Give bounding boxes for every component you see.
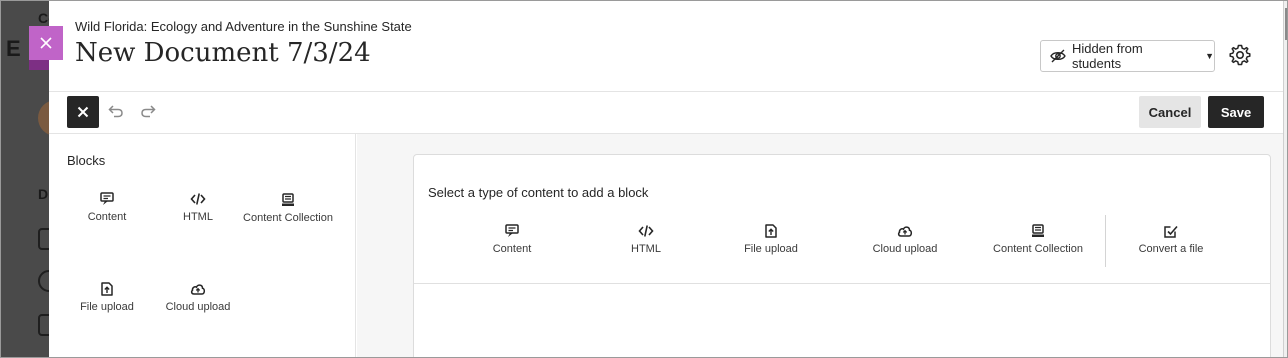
block-content[interactable]: Content xyxy=(62,192,152,226)
cloud-upload-icon xyxy=(190,284,206,295)
file-upload-icon xyxy=(765,224,777,238)
visibility-label: Hidden from students xyxy=(1071,41,1143,71)
editor-toolbar: Cancel Save xyxy=(49,92,1283,134)
scrollbar[interactable] xyxy=(1283,0,1288,358)
close-tab-fold xyxy=(29,60,49,70)
block-label: File upload xyxy=(80,301,134,313)
blocks-sidebar: Blocks Content HTML Content Collection F… xyxy=(49,134,356,358)
cloud-upload-icon xyxy=(897,226,913,237)
chevron-down-icon: ▼ xyxy=(1205,51,1214,61)
cancel-button[interactable]: Cancel xyxy=(1139,96,1201,128)
type-label: Convert a file xyxy=(1138,243,1204,255)
background-text: E xyxy=(6,36,21,61)
type-content[interactable]: Content xyxy=(452,224,572,255)
save-button[interactable]: Save xyxy=(1208,96,1264,128)
card-separator xyxy=(414,283,1270,284)
scrollbar-thumb[interactable] xyxy=(1285,8,1287,40)
type-label: Cloud upload xyxy=(872,243,938,255)
content-collection-icon xyxy=(282,193,294,206)
close-icon xyxy=(77,106,89,118)
discard-button[interactable] xyxy=(67,96,99,128)
document-editor-panel: Wild Florida: Ecology and Adventure in t… xyxy=(49,0,1283,358)
document-canvas: Select a type of content to add a block … xyxy=(357,134,1283,358)
block-label: Cloud upload xyxy=(165,301,231,313)
add-block-card: Select a type of content to add a block … xyxy=(413,154,1271,358)
block-label: Content xyxy=(87,211,127,223)
convert-file-icon xyxy=(1164,225,1178,238)
content-collection-icon xyxy=(1032,224,1044,237)
type-divider xyxy=(1105,215,1106,267)
close-panel-button[interactable] xyxy=(29,26,63,60)
type-file-upload[interactable]: File upload xyxy=(711,224,831,255)
undo-icon[interactable] xyxy=(107,102,125,120)
block-cloud-upload[interactable]: Cloud upload xyxy=(153,282,243,316)
document-title[interactable]: New Document 7/3/24 xyxy=(75,38,371,68)
block-content-collection[interactable]: Content Collection xyxy=(243,193,333,227)
panel-header: Wild Florida: Ecology and Adventure in t… xyxy=(49,0,1283,92)
content-icon xyxy=(505,224,519,237)
redo-icon[interactable] xyxy=(139,102,157,120)
block-file-upload[interactable]: File upload xyxy=(62,282,152,316)
block-label: HTML xyxy=(183,211,213,223)
file-upload-icon xyxy=(101,282,113,296)
block-label: Content Collection xyxy=(243,212,333,224)
visibility-dropdown[interactable]: Hidden from students ▼ xyxy=(1040,40,1215,72)
background-text: D xyxy=(38,186,49,202)
eye-slash-icon xyxy=(1050,49,1066,63)
gear-icon[interactable] xyxy=(1228,43,1252,67)
content-icon xyxy=(100,192,114,205)
course-name: Wild Florida: Ecology and Adventure in t… xyxy=(75,19,412,34)
html-code-icon xyxy=(190,193,206,205)
block-html[interactable]: HTML xyxy=(153,192,243,226)
type-label: Content Collection xyxy=(993,243,1083,255)
type-cloud-upload[interactable]: Cloud upload xyxy=(845,224,965,255)
type-label: HTML xyxy=(631,243,661,255)
type-content-collection[interactable]: Content Collection xyxy=(978,224,1098,255)
type-label: File upload xyxy=(744,243,798,255)
type-label: Content xyxy=(492,243,532,255)
sidebar-title: Blocks xyxy=(67,153,106,168)
type-html[interactable]: HTML xyxy=(586,224,706,255)
add-block-prompt: Select a type of content to add a block xyxy=(428,185,649,200)
type-convert-file[interactable]: Convert a file xyxy=(1111,224,1231,255)
html-code-icon xyxy=(638,225,654,237)
close-icon xyxy=(40,37,52,49)
